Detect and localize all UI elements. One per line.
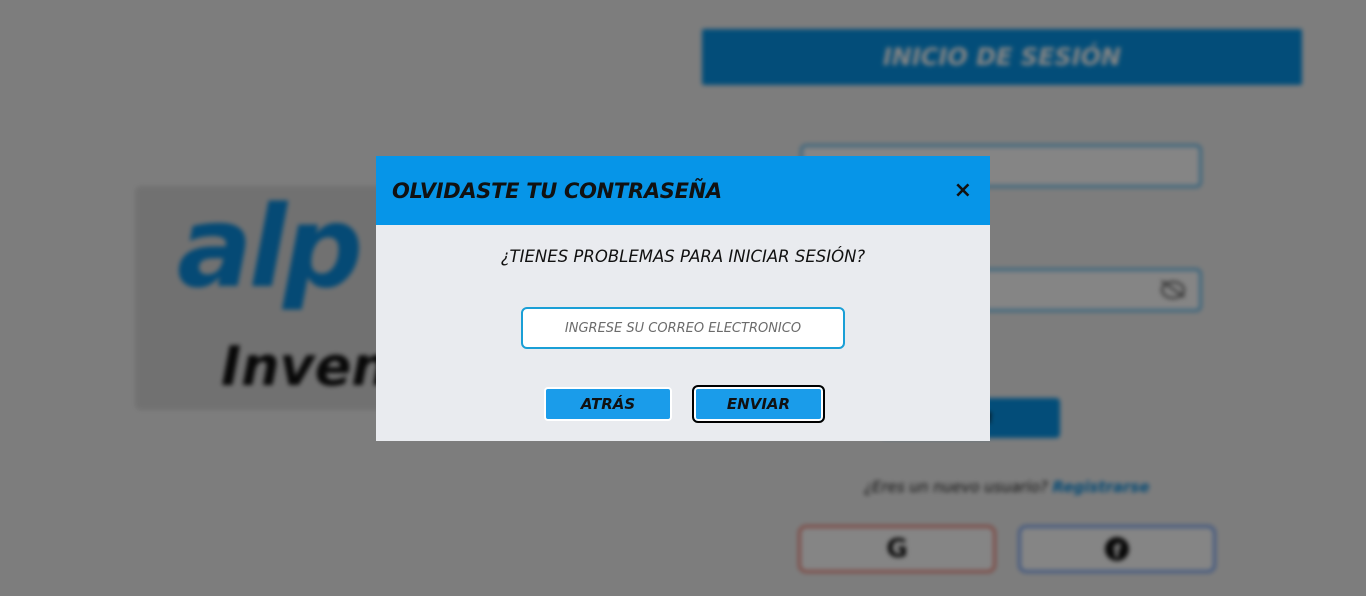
forgot-password-modal: OLVIDASTE TU CONTRASEÑA × ¿TIENES PROBLE… <box>376 156 990 441</box>
modal-header: OLVIDASTE TU CONTRASEÑA × <box>376 156 990 225</box>
modal-question: ¿TIENES PROBLEMAS PARA INICIAR SESIÓN? <box>500 247 866 266</box>
page: alp Inven INICIO DE SESIÓN o TRAR ¿Eres … <box>0 0 1366 596</box>
modal-title: OLVIDASTE TU CONTRASEÑA <box>392 178 722 203</box>
send-button[interactable]: ENVIAR <box>692 385 825 423</box>
close-icon[interactable]: × <box>954 179 972 202</box>
email-input[interactable] <box>521 307 845 349</box>
back-button[interactable]: ATRÁS <box>544 387 672 421</box>
